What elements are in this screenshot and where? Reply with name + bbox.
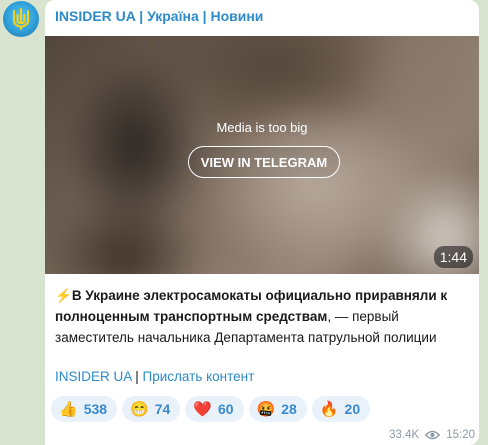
media-preview[interactable]: Media is too big VIEW IN TELEGRAM 1:44 (45, 36, 479, 274)
reaction-count: 74 (154, 401, 171, 417)
post-text: ⚡В Украине электросамокаты официально пр… (55, 285, 473, 348)
video-duration-badge: 1:44 (433, 246, 473, 268)
message-time: 15:20 (446, 429, 475, 441)
link-separator: | (131, 369, 143, 384)
message-meta: 33.4K 15:20 (389, 429, 475, 441)
grin-face-icon: 😁 (130, 400, 149, 418)
reaction-heart[interactable]: ❤️ 60 (185, 396, 244, 422)
post-links: INSIDER UA | Прислать контент (55, 369, 254, 384)
view-count: 33.4K (389, 429, 420, 441)
reaction-thumbs-up[interactable]: 👍 538 (51, 396, 118, 422)
reaction-grin[interactable]: 😁 74 (122, 396, 181, 422)
reactions-bar: 👍 538 😁 74 ❤️ 60 🤬 28 🔥 20 (51, 396, 371, 422)
reaction-count: 28 (281, 401, 297, 417)
reaction-count: 538 (83, 401, 108, 417)
eye-icon (425, 430, 441, 440)
message-bubble: INSIDER UA | Україна | Новини Media is t… (45, 0, 479, 445)
ukraine-trident-icon (13, 8, 29, 30)
submit-content-link[interactable]: Прислать контент (143, 369, 255, 384)
channel-avatar[interactable] (3, 1, 39, 37)
lightning-icon: ⚡ (55, 288, 72, 303)
media-too-big-text: Media is too big (216, 120, 308, 135)
reaction-fire[interactable]: 🔥 20 (311, 396, 371, 422)
view-in-telegram-button[interactable]: VIEW IN TELEGRAM (188, 146, 340, 178)
reaction-count: 60 (218, 401, 234, 417)
insider-ua-link[interactable]: INSIDER UA (55, 369, 132, 384)
heart-icon: ❤️ (193, 400, 212, 418)
channel-name[interactable]: INSIDER UA | Україна | Новини (55, 8, 263, 24)
thumbs-up-icon: 👍 (59, 400, 78, 418)
fire-icon: 🔥 (319, 400, 339, 418)
reaction-count: 20 (344, 401, 361, 417)
reaction-angry[interactable]: 🤬 28 (248, 396, 307, 422)
cursing-face-icon: 🤬 (256, 400, 276, 418)
